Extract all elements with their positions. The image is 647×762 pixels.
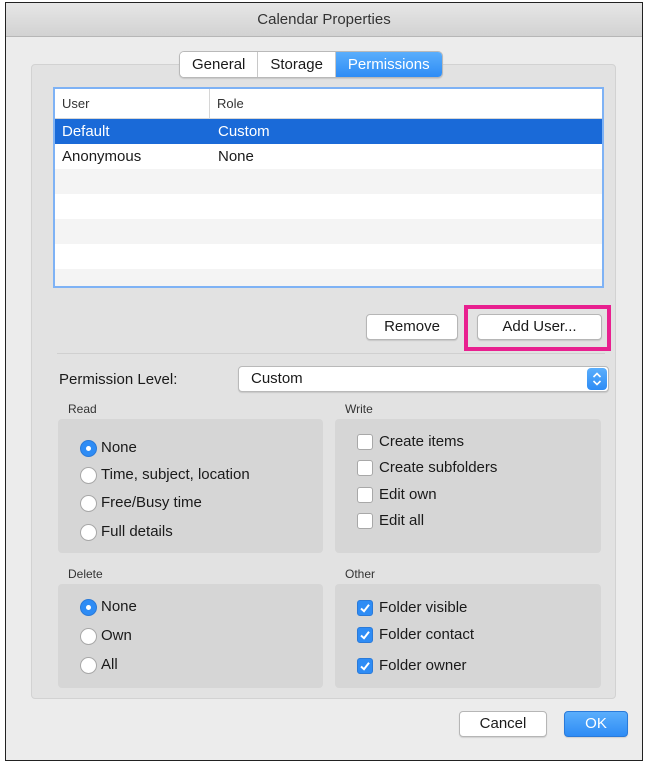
divider — [57, 353, 605, 354]
read-group-label: Read — [68, 402, 97, 416]
radio-icon — [80, 494, 97, 512]
read-option-free-busy[interactable]: Free/Busy time — [80, 494, 202, 512]
other-option-label: Folder owner — [379, 657, 467, 674]
read-option-label: Free/Busy time — [101, 494, 202, 511]
other-option-label: Folder contact — [379, 626, 475, 643]
delete-option-label: All — [101, 656, 118, 673]
other-option-folder-contact[interactable]: Folder contact — [357, 626, 474, 644]
read-option-label: None — [101, 439, 137, 456]
delete-option-label: None — [101, 598, 137, 615]
write-option-label: Edit all — [379, 512, 425, 529]
read-option-none[interactable]: None — [80, 439, 137, 457]
checkbox-icon — [357, 460, 373, 476]
radio-icon — [80, 627, 97, 645]
checkbox-icon — [357, 434, 373, 450]
permission-level-select[interactable]: Custom — [238, 366, 609, 392]
delete-group-label: Delete — [68, 567, 103, 581]
write-option-create-subfolders[interactable]: Create subfolders — [357, 459, 497, 477]
user-list[interactable]: User Role Default Custom Anonymous None — [53, 87, 604, 288]
empty-row — [55, 244, 602, 269]
column-header-user[interactable]: User — [55, 89, 210, 118]
other-group-label: Other — [345, 567, 376, 581]
checkbox-icon — [357, 487, 373, 503]
read-option-time-subject-location[interactable]: Time, subject, location — [80, 466, 250, 484]
tab-permissions[interactable]: Permissions — [335, 52, 442, 77]
read-option-label: Time, subject, location — [101, 466, 250, 483]
empty-row — [55, 219, 602, 244]
other-option-folder-owner[interactable]: Folder owner — [357, 657, 467, 675]
user-cell: Anonymous — [62, 148, 142, 165]
write-option-label: Create subfolders — [379, 459, 498, 476]
permission-level-label: Permission Level: — [59, 371, 178, 388]
radio-icon — [80, 439, 97, 457]
select-stepper-icon — [587, 368, 607, 390]
delete-option-all[interactable]: All — [80, 656, 118, 674]
delete-option-none[interactable]: None — [80, 598, 137, 616]
user-list-header: User Role — [55, 89, 602, 119]
tab-bar: General Storage Permissions — [179, 51, 443, 78]
radio-icon — [80, 523, 97, 541]
other-option-label: Folder visible — [379, 599, 468, 616]
read-option-full-details[interactable]: Full details — [80, 523, 173, 541]
window-title: Calendar Properties — [6, 3, 642, 37]
role-cell: Custom — [218, 123, 270, 140]
permission-level-value: Custom — [251, 370, 303, 387]
read-option-label: Full details — [101, 523, 173, 540]
tab-general[interactable]: General — [180, 52, 259, 77]
checkmark-icon — [357, 658, 373, 674]
user-row-anonymous[interactable]: Anonymous None — [55, 144, 602, 169]
column-header-role[interactable]: Role — [210, 89, 244, 118]
write-option-label: Edit own — [379, 486, 437, 503]
write-option-label: Create items — [379, 433, 465, 450]
delete-option-label: Own — [101, 627, 132, 644]
user-row-default[interactable]: Default Custom — [55, 119, 602, 144]
radio-icon — [80, 598, 97, 616]
empty-row — [55, 169, 602, 194]
write-option-create-items[interactable]: Create items — [357, 433, 464, 451]
checkbox-icon — [357, 513, 373, 529]
other-option-folder-visible[interactable]: Folder visible — [357, 599, 467, 617]
add-user-button[interactable]: Add User... — [477, 314, 602, 340]
radio-icon — [80, 466, 97, 484]
write-group-label: Write — [345, 402, 373, 416]
write-option-edit-own[interactable]: Edit own — [357, 486, 437, 504]
empty-row — [55, 194, 602, 219]
radio-icon — [80, 656, 97, 674]
cancel-button[interactable]: Cancel — [459, 711, 547, 737]
role-cell: None — [218, 148, 254, 165]
user-cell: Default — [62, 123, 110, 140]
checkmark-icon — [357, 627, 373, 643]
delete-option-own[interactable]: Own — [80, 627, 132, 645]
ok-button[interactable]: OK — [564, 711, 628, 737]
empty-row — [55, 269, 602, 286]
remove-button[interactable]: Remove — [366, 314, 458, 340]
tab-storage[interactable]: Storage — [258, 52, 336, 77]
checkmark-icon — [357, 600, 373, 616]
write-option-edit-all[interactable]: Edit all — [357, 512, 424, 530]
